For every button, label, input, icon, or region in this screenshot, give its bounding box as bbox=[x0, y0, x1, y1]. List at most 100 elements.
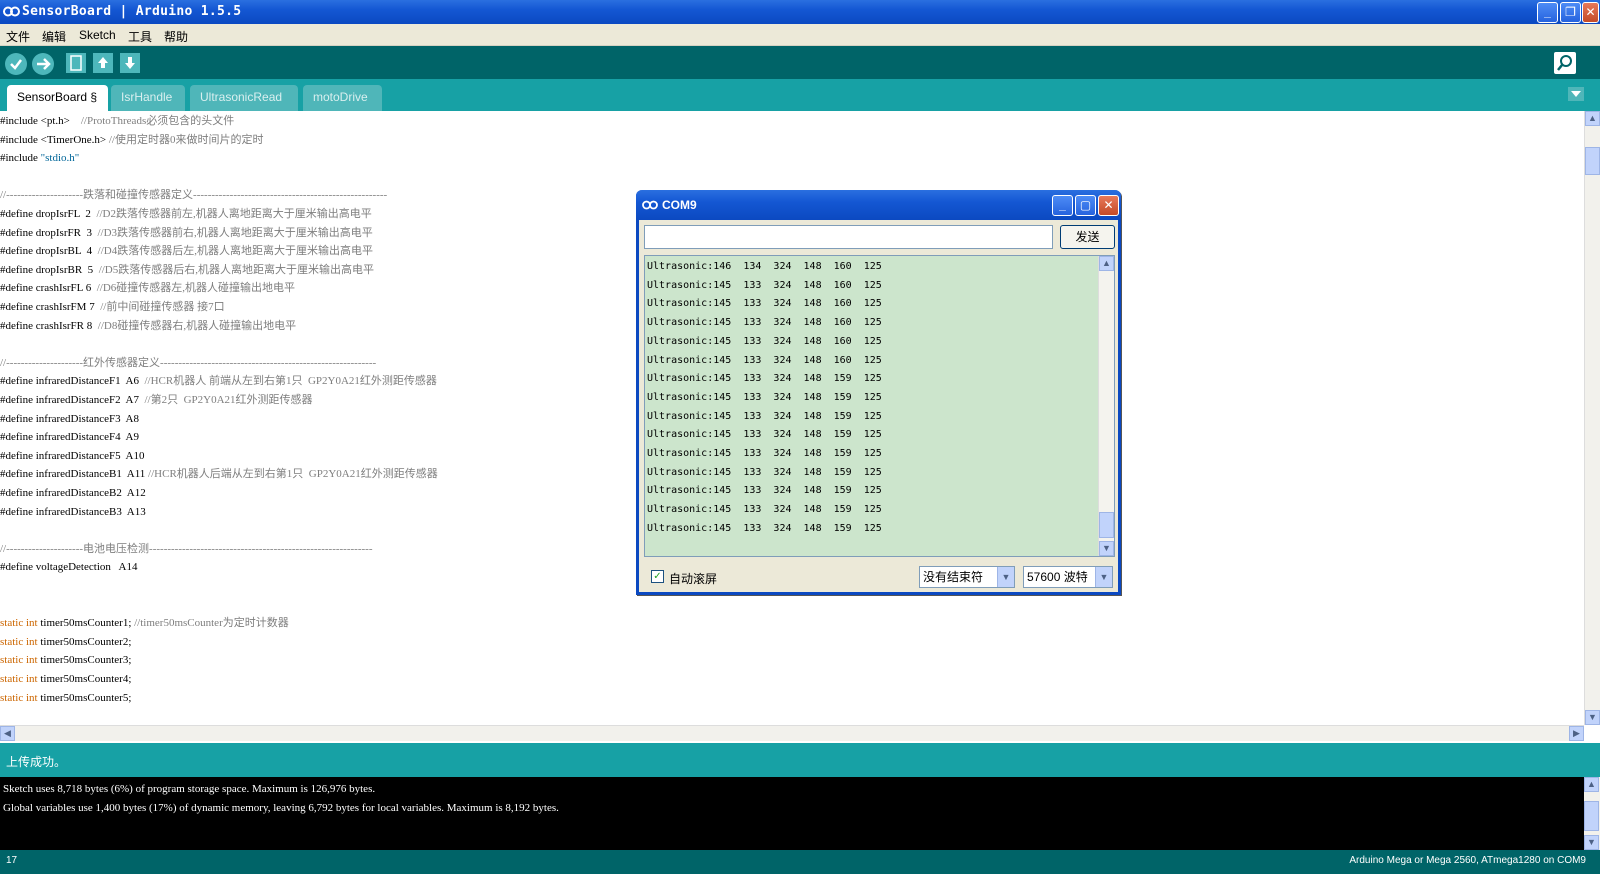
serial-output-line: Ultrasonic:145 133 324 148 159 125 bbox=[647, 522, 882, 534]
serial-minimize-button[interactable]: _ bbox=[1052, 195, 1073, 216]
title-bar: SensorBoard | Arduino 1.5.5 _ ❐ ✕ bbox=[0, 0, 1600, 24]
serial-output-area: Ultrasonic:145 133 324 148 159 125 Ultras… bbox=[644, 255, 1115, 557]
scroll-up-button[interactable]: ▲ bbox=[1585, 111, 1600, 126]
code-line: static int timer50msCounter4; bbox=[0, 670, 131, 689]
line-ending-select[interactable]: 没有结束符 ▼ bbox=[919, 566, 1015, 588]
menu-edit[interactable]: 编辑 bbox=[42, 28, 66, 45]
code-line: //---------------------电池电压检测-----------… bbox=[0, 540, 373, 559]
serial-output-scrollbar[interactable]: ▲ ▼ bbox=[1098, 256, 1114, 556]
code-line: #define infraredDistanceB3 A13 bbox=[0, 503, 146, 522]
code-text: #define infraredDistanceF3 A8 bbox=[0, 412, 139, 425]
console-scroll-up[interactable]: ▲ bbox=[1584, 777, 1599, 792]
magnifier-icon bbox=[1557, 55, 1572, 71]
scroll-right-button[interactable]: ▶ bbox=[1569, 726, 1584, 741]
arduino-ide-window: SensorBoard | Arduino 1.5.5 _ ❐ ✕ 文件 编辑 … bbox=[0, 0, 1600, 874]
code-comment: //---------------------电池电压检测-----------… bbox=[0, 542, 373, 555]
save-icon bbox=[125, 57, 135, 69]
code-comment: //D4跌落传感器后左,机器人离地距离大于厘米输出高电平 bbox=[97, 245, 373, 258]
serial-maximize-button[interactable]: ▢ bbox=[1075, 195, 1096, 216]
chevron-down-icon bbox=[1571, 91, 1581, 97]
scroll-down-button[interactable]: ▼ bbox=[1585, 710, 1600, 725]
code-line: //---------------------跌落和碰撞传感器定义-------… bbox=[0, 186, 387, 205]
scroll-left-button[interactable]: ◀ bbox=[0, 726, 15, 741]
menu-tools[interactable]: 工具 bbox=[128, 28, 152, 45]
editor-vertical-scrollbar[interactable]: ▲ ▼ bbox=[1584, 111, 1600, 725]
new-button[interactable] bbox=[66, 53, 86, 73]
open-button[interactable] bbox=[93, 53, 113, 73]
tab-sensorboard[interactable]: SensorBoard § bbox=[7, 85, 108, 111]
scroll-thumb[interactable] bbox=[1585, 147, 1600, 175]
code-line: #define infraredDistanceB2 A12 bbox=[0, 484, 146, 503]
console-line: Global variables use 1,400 bytes (17%) o… bbox=[3, 802, 559, 814]
code-text: #define crashIsrFM 7 bbox=[0, 301, 101, 313]
autoscroll-checkbox[interactable]: ✓ bbox=[651, 570, 664, 583]
code-text: timer50msCounter4; bbox=[40, 673, 132, 685]
serial-output-line: Ultrasonic:145 133 324 148 160 125 bbox=[647, 317, 882, 329]
chevron-down-icon: ▼ bbox=[997, 567, 1014, 587]
save-button[interactable] bbox=[120, 53, 140, 73]
baud-rate-select[interactable]: 57600 波特 ▼ bbox=[1023, 566, 1113, 588]
autoscroll-label: 自动滚屏 bbox=[669, 572, 718, 586]
editor-horizontal-scrollbar[interactable]: ◀ ▶ bbox=[0, 725, 1584, 741]
serial-title: COM9 bbox=[662, 198, 697, 212]
serial-output-line: Ultrasonic:145 133 324 148 160 125 bbox=[647, 279, 882, 291]
menu-file[interactable]: 文件 bbox=[6, 28, 30, 45]
close-button[interactable]: ✕ bbox=[1582, 2, 1599, 23]
code-comment: //D2跌落传感器前左,机器人离地距离大于厘米输出高电平 bbox=[96, 208, 372, 220]
console-scroll-down[interactable]: ▼ bbox=[1584, 835, 1599, 850]
board-info: Arduino Mega or Mega 2560, ATmega1280 on… bbox=[1349, 855, 1586, 866]
minimize-button[interactable]: _ bbox=[1537, 2, 1558, 23]
code-text: #include <pt.h> bbox=[0, 115, 81, 127]
code-comment: //使用定时器0来做时间片的定时 bbox=[108, 133, 264, 146]
tab-bar: SensorBoard § IsrHandle UltrasonicRead m… bbox=[0, 79, 1600, 111]
serial-monitor-button[interactable] bbox=[1554, 52, 1576, 74]
code-comment: //前中间碰撞传感器 接7口 bbox=[100, 301, 225, 313]
serial-scroll-thumb[interactable] bbox=[1099, 512, 1114, 538]
maximize-button[interactable]: ❐ bbox=[1560, 2, 1581, 23]
console-scroll-thumb[interactable] bbox=[1584, 801, 1599, 831]
serial-close-button[interactable]: ✕ bbox=[1098, 195, 1119, 216]
serial-send-input[interactable] bbox=[644, 225, 1053, 249]
tab-ultrasonicread[interactable]: UltrasonicRead bbox=[190, 85, 298, 111]
code-text: #include bbox=[0, 152, 41, 165]
status-bar: 上传成功。 bbox=[0, 743, 1600, 777]
code-line: static int timer50msCounter1; //timer50m… bbox=[0, 614, 289, 633]
code-comment: //ProtoThreads必须包含的头文件 bbox=[80, 115, 235, 127]
code-comment: //D8碰撞传感器右,机器人碰撞输出地电平 bbox=[97, 319, 297, 332]
chevron-down-icon: ▼ bbox=[1095, 567, 1112, 587]
arduino-logo-icon bbox=[642, 200, 658, 210]
code-comment: //D6碰撞传感器左,机器人碰撞输出地电平 bbox=[96, 282, 296, 295]
code-line: #define dropIsrFL 2 //D2跌落传感器前左,机器人离地距离大… bbox=[0, 205, 372, 224]
menu-help[interactable]: 帮助 bbox=[164, 28, 188, 45]
code-text: #define dropIsrFR 3 bbox=[0, 226, 98, 239]
serial-output-line: Ultrasonic:145 133 324 148 160 125 bbox=[647, 335, 882, 347]
verify-button[interactable] bbox=[5, 53, 27, 75]
arrow-right-icon bbox=[37, 58, 51, 70]
code-comment: //D5跌落传感器后右,机器人离地距离大于厘米输出高电平 bbox=[98, 263, 374, 276]
code-line: #define infraredDistanceF5 A10 bbox=[0, 447, 144, 466]
serial-scroll-up[interactable]: ▲ bbox=[1099, 256, 1114, 271]
line-number: 17 bbox=[6, 855, 18, 866]
upload-button[interactable] bbox=[32, 53, 54, 75]
code-line: #define crashIsrFL 6 //D6碰撞传感器左,机器人碰撞输出地… bbox=[0, 279, 295, 298]
code-line: #include <pt.h> //ProtoThreads必须包含的头文件 bbox=[0, 112, 234, 131]
tab-isrhandle[interactable]: IsrHandle bbox=[111, 85, 185, 111]
code-string: "stdio.h" bbox=[40, 152, 80, 165]
tab-motodrive[interactable]: motoDrive bbox=[303, 85, 382, 111]
code-line: static int timer50msCounter5; bbox=[0, 689, 131, 708]
code-line: #define crashIsrFM 7 //前中间碰撞传感器 接7口 bbox=[0, 298, 225, 317]
tab-menu-button[interactable] bbox=[1568, 87, 1584, 101]
serial-scroll-down[interactable]: ▼ bbox=[1099, 541, 1114, 556]
code-line: #define voltageDetection A14 bbox=[0, 558, 137, 577]
code-text: #define dropIsrFL 2 bbox=[0, 208, 97, 220]
send-button[interactable]: 发送 bbox=[1060, 225, 1115, 249]
menu-sketch[interactable]: Sketch bbox=[79, 28, 116, 42]
code-line: #define infraredDistanceF3 A8 bbox=[0, 410, 139, 429]
serial-output-line: Ultrasonic:145 133 324 148 160 125 bbox=[647, 354, 882, 366]
code-comment: //D3跌落传感器前右,机器人离地距离大于厘米输出高电平 bbox=[97, 226, 373, 239]
serial-output-line: Ultrasonic:145 133 324 148 160 125 bbox=[647, 298, 882, 310]
console-scrollbar[interactable]: ▲ ▼ bbox=[1584, 777, 1600, 850]
arduino-logo-icon bbox=[3, 6, 20, 17]
baud-rate-value: 57600 波特 bbox=[1027, 570, 1088, 584]
code-text: #define infraredDistanceB1 A11 bbox=[0, 468, 149, 481]
